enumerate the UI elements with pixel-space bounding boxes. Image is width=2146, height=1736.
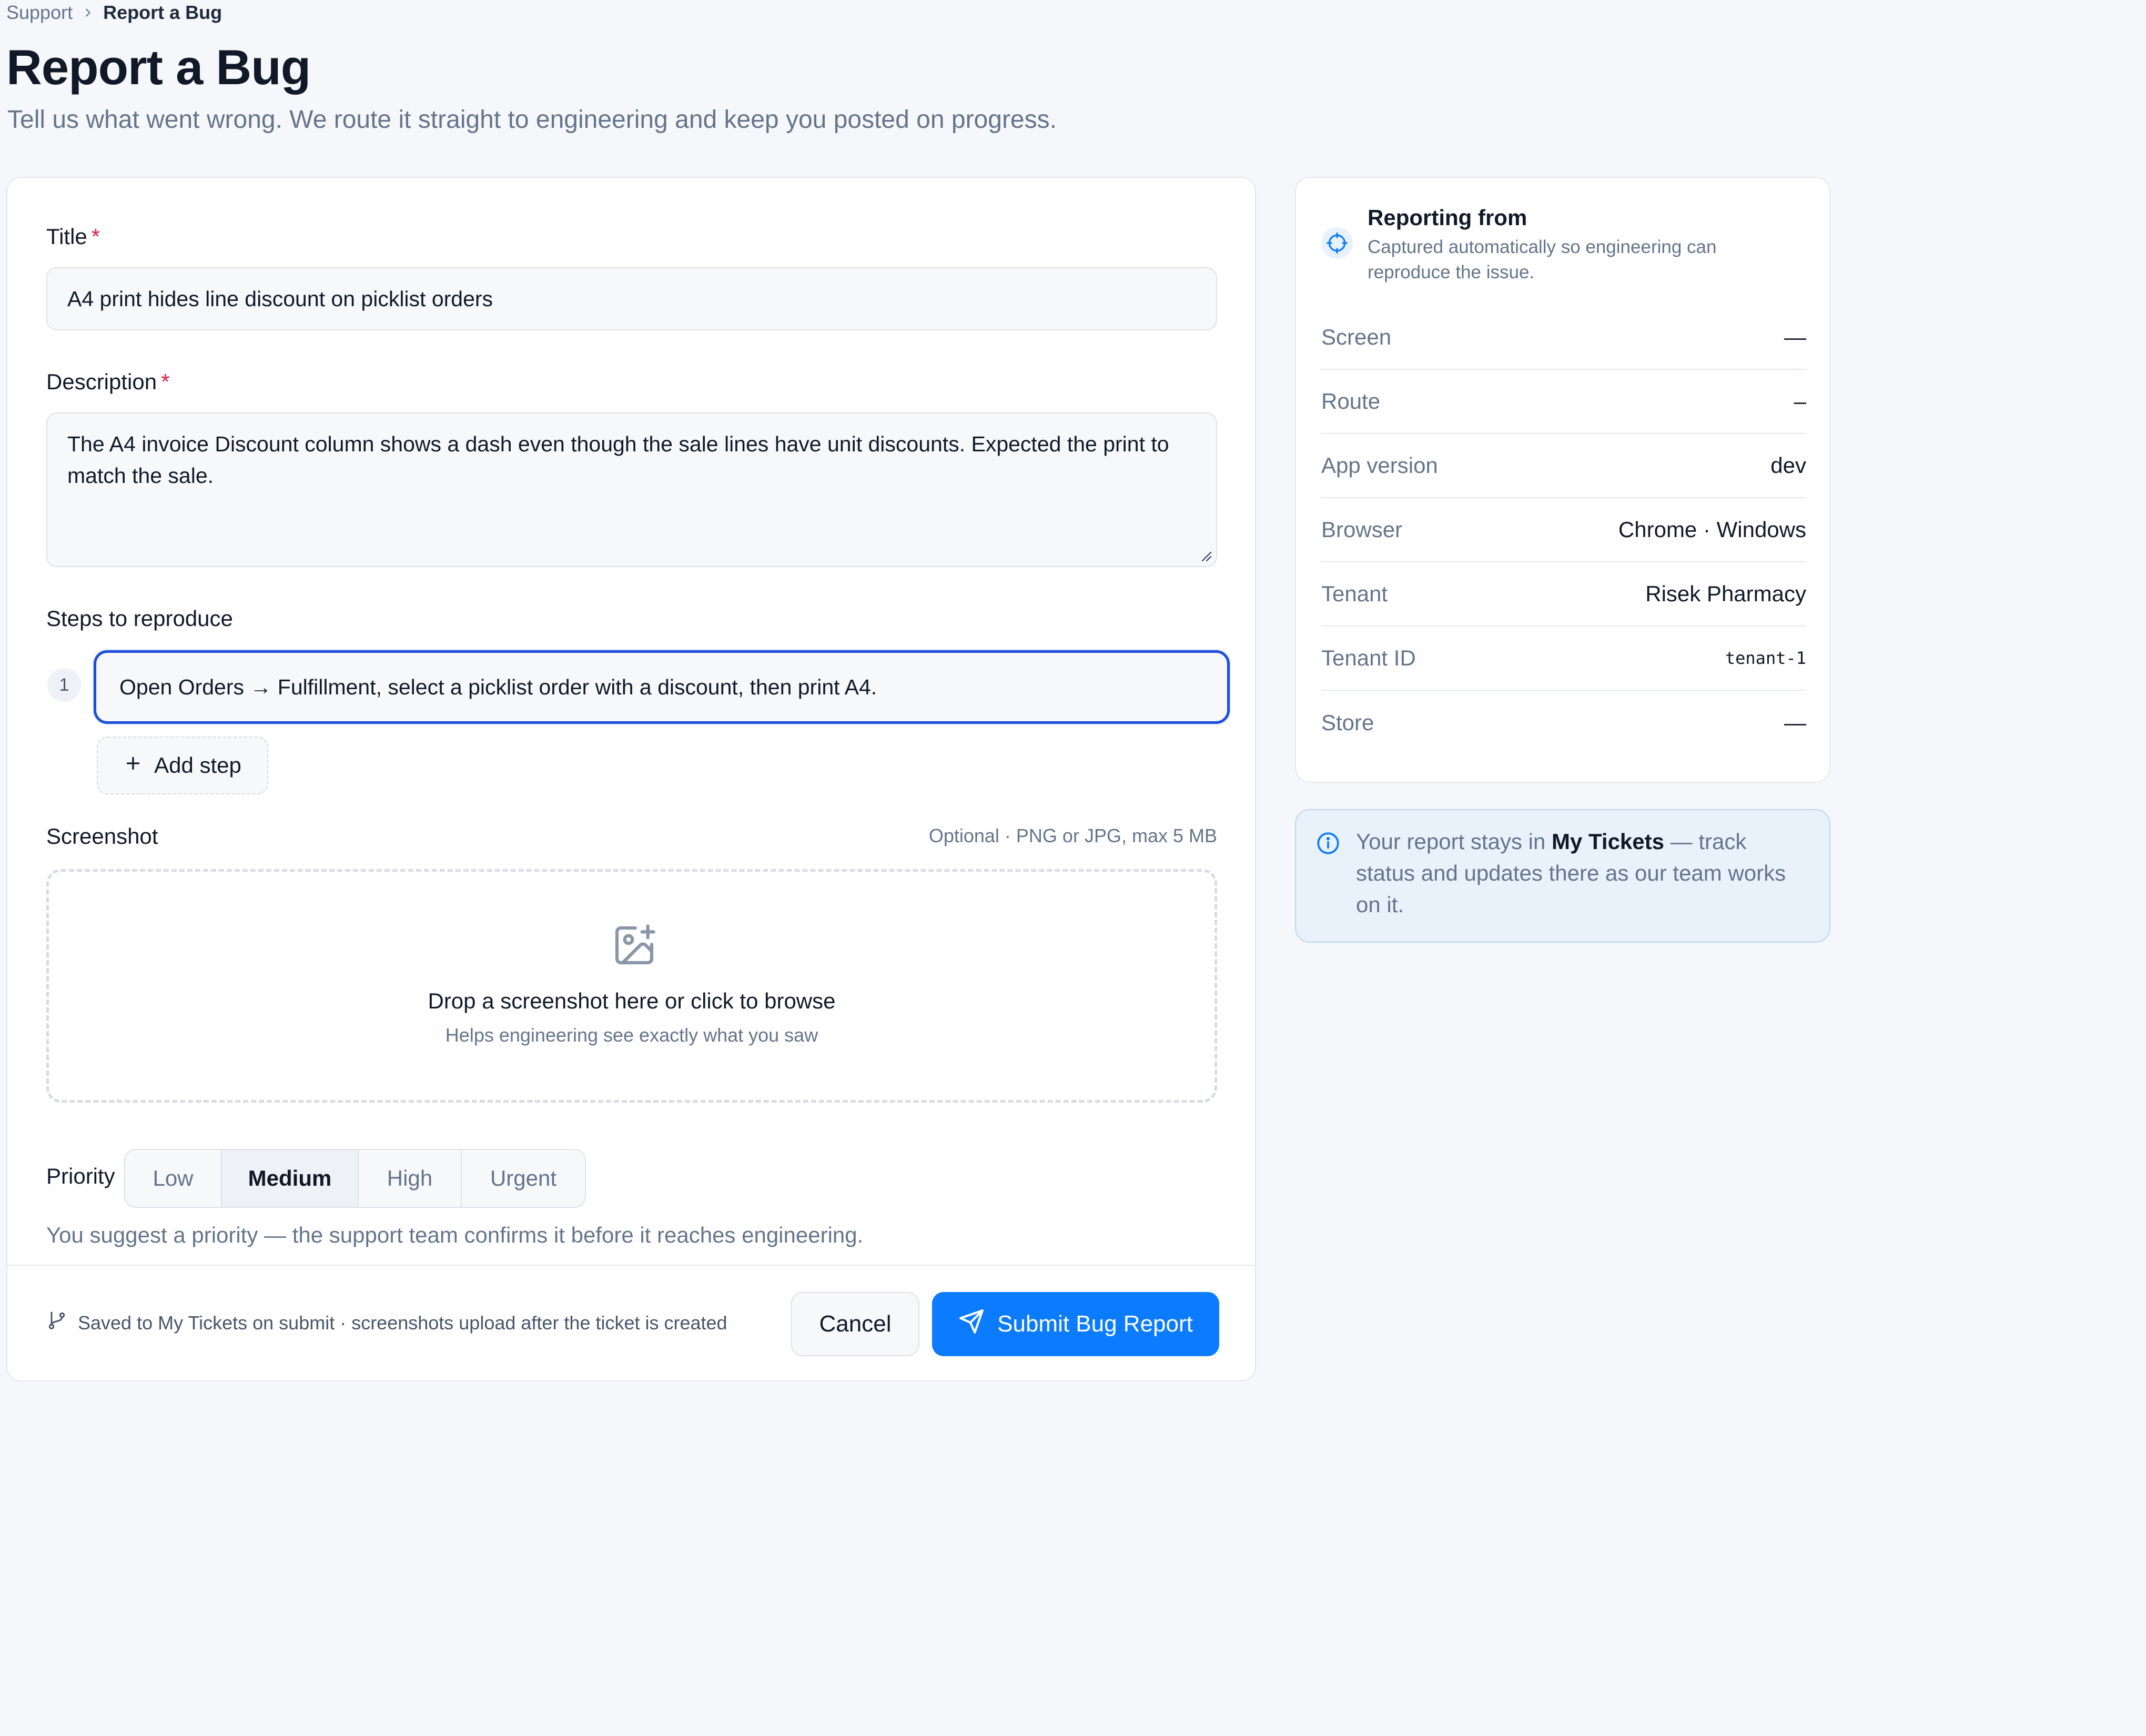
submit-bug-report-button[interactable]: Submit Bug Report xyxy=(932,1292,1219,1356)
context-value: — xyxy=(1784,710,1806,735)
context-value: – xyxy=(1794,389,1806,413)
description-text: The A4 invoice Discount column shows a d… xyxy=(67,432,1169,488)
context-row-route: Route – xyxy=(1321,370,1806,434)
title-label: Title * xyxy=(46,223,100,250)
screenshot-label: Screenshot xyxy=(46,824,158,849)
footer-divider xyxy=(7,1265,1255,1266)
plus-icon xyxy=(124,753,143,778)
breadcrumb-support-link[interactable]: Support xyxy=(6,2,73,24)
context-title: Reporting from xyxy=(1368,205,1527,230)
dropzone-subtitle: Helps engineering see exactly what you s… xyxy=(445,1024,818,1046)
description-label: Description * xyxy=(46,368,169,396)
required-mark: * xyxy=(161,369,170,394)
app-root: Support Report a Bug Report a Bug Tell u… xyxy=(0,0,1836,1736)
add-step-button[interactable]: Add step xyxy=(97,736,268,794)
info-icon xyxy=(1315,830,1341,859)
crosshair-icon xyxy=(1321,227,1353,259)
footer-note-text: Saved to My Tickets on submit · screensh… xyxy=(78,1311,727,1334)
context-key: Tenant ID xyxy=(1321,645,1416,670)
dropzone-title: Drop a screenshot here or click to brows… xyxy=(428,988,836,1013)
context-row-tenant-id: Tenant ID tenant-1 xyxy=(1321,627,1806,691)
context-row-app-version: App version dev xyxy=(1321,434,1806,498)
send-icon xyxy=(958,1308,985,1340)
footer-note: Saved to My Tickets on submit · screensh… xyxy=(46,1310,727,1336)
context-value: Risek Pharmacy xyxy=(1645,581,1806,606)
context-key: Tenant xyxy=(1321,581,1388,606)
priority-note: You suggest a priority — the support tea… xyxy=(46,1223,864,1247)
title-input[interactable]: A4 print hides line discount on picklist… xyxy=(46,267,1217,330)
description-label-text: Description xyxy=(46,369,157,394)
title-label-text: Title xyxy=(46,224,87,249)
priority-option-high[interactable]: High xyxy=(359,1150,462,1207)
page-title: Report a Bug xyxy=(6,39,311,95)
my-tickets-link[interactable]: My Tickets xyxy=(1552,829,1664,854)
context-key: Browser xyxy=(1321,517,1403,542)
steps-label: Steps to reproduce xyxy=(46,606,233,631)
resize-handle-icon[interactable] xyxy=(1199,549,1213,563)
context-key: Screen xyxy=(1321,325,1392,349)
description-textarea[interactable]: The A4 invoice Discount column shows a d… xyxy=(46,412,1217,567)
required-mark: * xyxy=(91,224,100,249)
image-plus-icon xyxy=(611,922,657,971)
info-text-before: Your report stays in xyxy=(1356,829,1546,854)
my-tickets-info-callout: Your report stays in My Tickets — track … xyxy=(1295,809,1830,943)
page-subtitle: Tell us what went wrong. We route it str… xyxy=(7,106,1057,134)
context-row-tenant: Tenant Risek Pharmacy xyxy=(1321,562,1806,627)
info-text: Your report stays in My Tickets — track … xyxy=(1356,826,1808,921)
git-branch-icon xyxy=(46,1310,67,1336)
context-key: Route xyxy=(1321,389,1381,413)
priority-selector: Low Medium High Urgent xyxy=(124,1149,586,1208)
priority-option-low[interactable]: Low xyxy=(125,1150,222,1207)
bug-report-form: Title * A4 print hides line discount on p… xyxy=(6,177,1256,1381)
context-value: tenant-1 xyxy=(1725,648,1806,668)
context-subtitle: Captured automatically so engineering ca… xyxy=(1368,237,1717,282)
context-row-screen: Screen — xyxy=(1321,306,1806,370)
cancel-button[interactable]: Cancel xyxy=(791,1292,919,1356)
breadcrumb: Support Report a Bug xyxy=(6,0,222,25)
context-value: Chrome · Windows xyxy=(1618,517,1806,542)
step-number-badge: 1 xyxy=(47,668,81,702)
priority-label: Priority xyxy=(46,1164,115,1188)
priority-option-urgent[interactable]: Urgent xyxy=(462,1150,585,1207)
context-value: dev xyxy=(1770,453,1806,478)
context-key: App version xyxy=(1321,453,1438,478)
reporting-context-card: Reporting from Captured automatically so… xyxy=(1295,177,1830,783)
context-key: Store xyxy=(1321,710,1374,735)
screenshot-dropzone[interactable]: Drop a screenshot here or click to brows… xyxy=(46,869,1217,1103)
priority-option-medium[interactable]: Medium xyxy=(222,1150,359,1207)
context-row-browser: Browser Chrome · Windows xyxy=(1321,498,1806,562)
context-row-store: Store — xyxy=(1321,691,1806,755)
step-input[interactable]: Open Orders → Fulfillment, select a pick… xyxy=(94,650,1230,724)
context-value: — xyxy=(1784,325,1806,349)
submit-label: Submit Bug Report xyxy=(997,1311,1193,1337)
add-step-label: Add step xyxy=(154,753,241,778)
screenshot-hint: Optional · PNG or JPG, max 5 MB xyxy=(928,825,1217,846)
breadcrumb-current: Report a Bug xyxy=(103,2,222,23)
chevron-right-icon xyxy=(82,7,94,18)
